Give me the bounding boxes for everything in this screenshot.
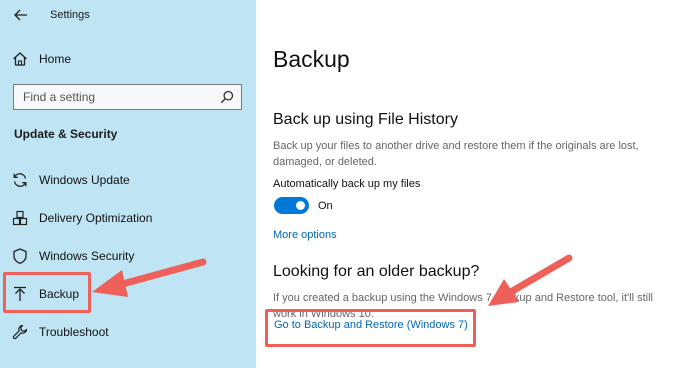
nav-home-label: Home xyxy=(39,52,72,66)
sidebar-item-windows-update[interactable]: Windows Update xyxy=(0,164,256,196)
back-arrow-icon[interactable] xyxy=(12,6,30,24)
sidebar-item-label: Troubleshoot xyxy=(39,325,109,339)
section-title: Update & Security xyxy=(14,127,118,141)
sidebar-item-troubleshoot[interactable]: Troubleshoot xyxy=(0,316,256,348)
backup-highlight-box xyxy=(3,272,91,313)
shield-icon xyxy=(13,248,27,264)
title-bar: Settings xyxy=(0,0,256,30)
more-options-link[interactable]: More options xyxy=(273,229,337,241)
page-title: Backup xyxy=(273,46,350,72)
sidebar-item-label: Delivery Optimization xyxy=(39,211,153,225)
file-history-heading: Back up using File History xyxy=(273,111,458,128)
sidebar-item-label: Windows Update xyxy=(39,173,130,187)
auto-backup-toggle[interactable] xyxy=(274,197,309,214)
toggle-knob xyxy=(296,201,305,210)
sidebar-item-windows-security[interactable]: Windows Security xyxy=(0,240,256,272)
older-backup-heading: Looking for an older backup? xyxy=(273,263,480,280)
search-icon[interactable] xyxy=(220,90,234,104)
search-box[interactable] xyxy=(13,84,242,110)
restore-link-highlight-box xyxy=(265,309,476,347)
nav-home[interactable]: Home xyxy=(0,43,256,75)
search-input[interactable] xyxy=(14,85,214,108)
app-title: Settings xyxy=(50,9,90,21)
wrench-icon xyxy=(12,324,28,340)
sidebar-item-delivery-optimization[interactable]: Delivery Optimization xyxy=(0,202,256,234)
sidebar-item-label: Windows Security xyxy=(39,249,135,263)
refresh-icon xyxy=(13,173,27,187)
toggle-state-label: On xyxy=(318,200,333,212)
file-history-description: Back up your files to another drive and … xyxy=(273,140,639,168)
auto-backup-label: Automatically back up my files xyxy=(273,178,421,190)
home-icon xyxy=(13,52,27,66)
delivery-optimization-icon xyxy=(12,210,28,226)
